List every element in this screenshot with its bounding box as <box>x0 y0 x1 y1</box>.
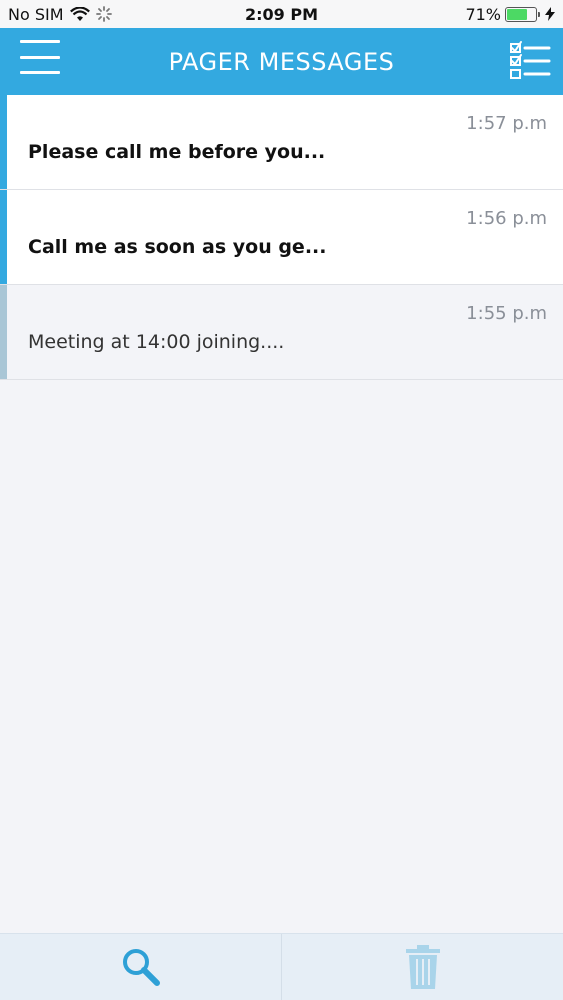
search-icon <box>122 949 160 986</box>
menu-button[interactable] <box>20 40 60 74</box>
message-time: 1:55 p.m <box>466 303 547 324</box>
status-right: 71% <box>465 5 555 24</box>
activity-spinner-icon <box>95 6 112 22</box>
battery-percent: 71% <box>465 4 501 24</box>
message-list: 1:57 p.m Please call me before you... 1:… <box>0 95 563 380</box>
message-preview: Call me as soon as you ge... <box>28 236 327 258</box>
battery-icon <box>505 6 540 22</box>
bottom-toolbar <box>0 933 563 1000</box>
unread-indicator <box>0 95 7 189</box>
menu-icon-line <box>20 71 60 74</box>
checklist-icon[interactable] <box>509 40 551 82</box>
delete-button[interactable] <box>281 934 563 1000</box>
app-screen: No SIM 2:09 PM 71% PAGER MESSAGES 1:57 p… <box>0 0 563 1000</box>
battery-fill <box>507 8 527 20</box>
message-preview: Meeting at 14:00 joining.... <box>28 331 285 353</box>
unread-indicator <box>0 190 7 284</box>
app-header: PAGER MESSAGES <box>0 28 563 95</box>
message-time: 1:57 p.m <box>466 113 547 134</box>
message-time: 1:56 p.m <box>466 208 547 229</box>
carrier-label: No SIM <box>8 4 64 24</box>
message-row[interactable]: 1:55 p.m Meeting at 14:00 joining.... <box>0 285 563 380</box>
read-indicator <box>0 285 7 379</box>
status-bar: No SIM 2:09 PM 71% <box>0 0 563 28</box>
trash-icon <box>405 945 440 989</box>
message-row[interactable]: 1:56 p.m Call me as soon as you ge... <box>0 190 563 285</box>
search-button[interactable] <box>0 934 281 1000</box>
status-left: No SIM <box>8 5 465 24</box>
charging-bolt-icon <box>545 7 555 21</box>
message-preview: Please call me before you... <box>28 141 326 163</box>
menu-icon <box>20 40 60 43</box>
page-title: PAGER MESSAGES <box>168 47 395 76</box>
wifi-icon <box>69 6 90 21</box>
menu-icon-line <box>20 55 60 59</box>
message-row[interactable]: 1:57 p.m Please call me before you... <box>0 95 563 190</box>
